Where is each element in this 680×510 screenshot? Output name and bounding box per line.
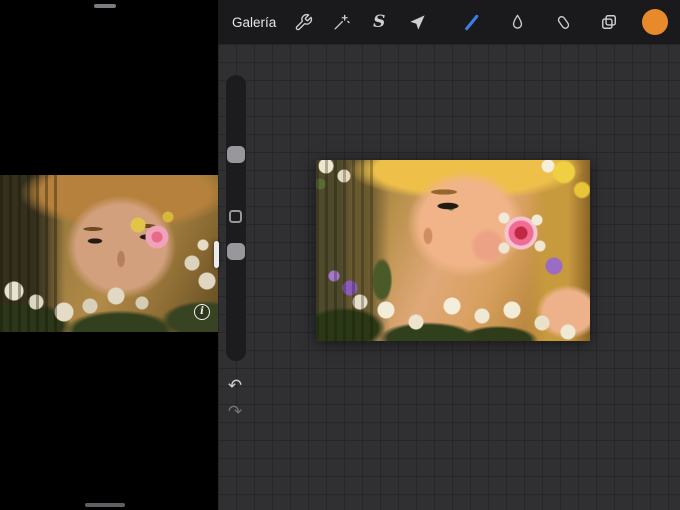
canvas-artwork[interactable]	[316, 160, 590, 341]
layers-button[interactable]	[592, 0, 626, 44]
brush-size-slider[interactable]	[227, 146, 245, 163]
brush-sidebar	[226, 75, 246, 361]
photo-background-texture	[0, 175, 57, 332]
reference-app-pane: i	[0, 0, 218, 510]
current-color-swatch	[642, 9, 668, 35]
photo-info-button[interactable]: i	[194, 304, 210, 320]
magic-wand-icon	[334, 14, 350, 30]
brush-opacity-slider[interactable]	[227, 243, 245, 260]
brush-icon	[464, 14, 478, 30]
selection-button[interactable]: S	[360, 0, 398, 44]
home-indicator[interactable]	[85, 503, 125, 507]
modify-button[interactable]	[229, 210, 242, 223]
color-button[interactable]	[638, 0, 672, 44]
eraser-icon	[557, 15, 569, 29]
transform-button[interactable]	[398, 0, 436, 44]
artwork-background-texture	[316, 160, 377, 341]
reference-photo: i	[0, 175, 218, 332]
undo-button[interactable]: ↶	[221, 374, 249, 398]
edit-tools-group: S	[284, 0, 436, 44]
ipad-screen: i Galería S ↶ ↷	[0, 0, 680, 510]
gallery-button[interactable]: Galería	[232, 15, 276, 30]
layers-icon	[602, 15, 616, 29]
left-window-drag-handle[interactable]	[94, 4, 116, 8]
adjustments-button[interactable]	[322, 0, 360, 44]
smudge-icon	[512, 14, 522, 29]
transform-arrow-icon	[410, 14, 425, 30]
erase-button[interactable]	[546, 0, 580, 44]
procreate-window: Galería S ↶ ↷	[218, 0, 680, 510]
paint-tools-group	[454, 0, 672, 44]
wrench-icon	[295, 13, 312, 30]
split-view-divider-handle[interactable]	[214, 241, 219, 268]
redo-button[interactable]: ↷	[221, 400, 249, 424]
selection-s-icon: S	[373, 11, 386, 32]
actions-button[interactable]	[284, 0, 322, 44]
procreate-topbar: Galería S	[218, 0, 680, 44]
paint-button[interactable]	[454, 0, 488, 44]
canvas-area[interactable]: ↶ ↷	[218, 44, 680, 510]
smudge-button[interactable]	[500, 0, 534, 44]
